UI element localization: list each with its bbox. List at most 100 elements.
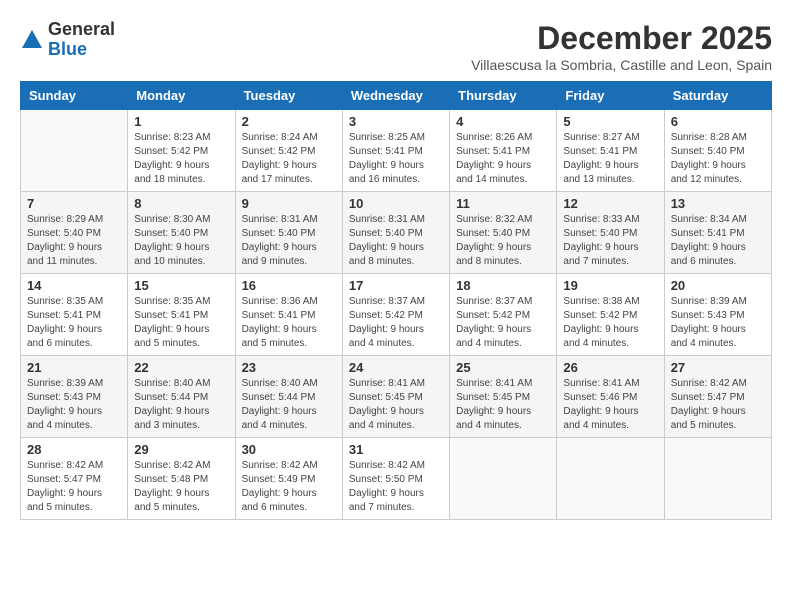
day-info: Sunrise: 8:41 AM Sunset: 5:45 PM Dayligh… [456,377,550,433]
week-row: 7Sunrise: 8:29 AM Sunset: 5:40 PM Daylig… [21,192,772,274]
month-title: December 2025 [471,20,772,57]
day-cell: 2Sunrise: 8:24 AM Sunset: 5:42 PM Daylig… [235,110,342,192]
day-number: 10 [349,196,443,211]
logo-blue-text: Blue [48,40,115,60]
day-info: Sunrise: 8:42 AM Sunset: 5:48 PM Dayligh… [134,459,228,515]
day-info: Sunrise: 8:30 AM Sunset: 5:40 PM Dayligh… [134,213,228,269]
day-number: 21 [27,360,121,375]
page-header: General Blue December 2025 Villaescusa l… [20,20,772,73]
header-cell-saturday: Saturday [664,82,771,110]
day-number: 20 [671,278,765,293]
day-cell: 1Sunrise: 8:23 AM Sunset: 5:42 PM Daylig… [128,110,235,192]
day-number: 29 [134,442,228,457]
header-cell-sunday: Sunday [21,82,128,110]
day-cell: 29 Sunrise: 8:42 AM Sunset: 5:48 PM Dayli… [128,438,235,520]
day-cell: 26Sunrise: 8:41 AM Sunset: 5:46 PM Dayli… [557,356,664,438]
day-info: Sunrise: 8:37 AM Sunset: 5:42 PM Dayligh… [349,295,443,351]
day-number: 27 [671,360,765,375]
day-number: 25 [456,360,550,375]
day-cell [450,438,557,520]
week-row: 14Sunrise: 8:35 AM Sunset: 5:41 PM Dayli… [21,274,772,356]
day-number: 5 [563,114,657,129]
header-cell-friday: Friday [557,82,664,110]
day-number: 3 [349,114,443,129]
day-info: Sunrise: 8:29 AM Sunset: 5:40 PM Dayligh… [27,213,121,269]
header-row: SundayMondayTuesdayWednesdayThursdayFrid… [21,82,772,110]
week-row: 1Sunrise: 8:23 AM Sunset: 5:42 PM Daylig… [21,110,772,192]
day-number: 2 [242,114,336,129]
day-number: 28 [27,442,121,457]
day-cell: 21 Sunrise: 8:39 AM Sunset: 5:43 PM Dayli… [21,356,128,438]
day-cell: 23 Sunrise: 8:40 AM Sunset: 5:44 PM Dayli… [235,356,342,438]
header-cell-wednesday: Wednesday [342,82,449,110]
day-cell: 28 Sunrise: 8:42 AM Sunset: 5:47 PM Dayli… [21,438,128,520]
day-number: 19 [563,278,657,293]
day-number: 16 [242,278,336,293]
day-info: Sunrise: 8:36 AM Sunset: 5:41 PM Dayligh… [242,295,336,351]
day-number: 6 [671,114,765,129]
day-info: Sunrise: 8:35 AM Sunset: 5:41 PM Dayligh… [134,295,228,351]
day-info: Sunrise: 8:42 AM Sunset: 5:49 PM Dayligh… [242,459,336,515]
day-number: 17 [349,278,443,293]
calendar-header: SundayMondayTuesdayWednesdayThursdayFrid… [21,82,772,110]
day-number: 24 [349,360,443,375]
day-number: 8 [134,196,228,211]
title-block: December 2025 Villaescusa la Sombria, Ca… [471,20,772,73]
day-cell: 12Sunrise: 8:33 AM Sunset: 5:40 PM Dayli… [557,192,664,274]
day-cell [557,438,664,520]
header-cell-thursday: Thursday [450,82,557,110]
day-info: Sunrise: 8:40 AM Sunset: 5:44 PM Dayligh… [242,377,336,433]
week-row: 21 Sunrise: 8:39 AM Sunset: 5:43 PM Dayli… [21,356,772,438]
day-info: Sunrise: 8:31 AM Sunset: 5:40 PM Dayligh… [349,213,443,269]
day-info: Sunrise: 8:35 AM Sunset: 5:41 PM Dayligh… [27,295,121,351]
header-cell-monday: Monday [128,82,235,110]
calendar-table: SundayMondayTuesdayWednesdayThursdayFrid… [20,81,772,520]
day-number: 22 [134,360,228,375]
day-cell [664,438,771,520]
day-cell: 22 Sunrise: 8:40 AM Sunset: 5:44 PM Dayli… [128,356,235,438]
calendar-body: 1Sunrise: 8:23 AM Sunset: 5:42 PM Daylig… [21,110,772,520]
header-cell-tuesday: Tuesday [235,82,342,110]
day-number: 15 [134,278,228,293]
day-cell: 14Sunrise: 8:35 AM Sunset: 5:41 PM Dayli… [21,274,128,356]
day-cell: 7Sunrise: 8:29 AM Sunset: 5:40 PM Daylig… [21,192,128,274]
logo-text: General Blue [48,20,115,60]
day-cell: 4Sunrise: 8:26 AM Sunset: 5:41 PM Daylig… [450,110,557,192]
day-cell: 16 Sunrise: 8:36 AM Sunset: 5:41 PM Dayli… [235,274,342,356]
day-info: Sunrise: 8:42 AM Sunset: 5:47 PM Dayligh… [27,459,121,515]
day-info: Sunrise: 8:27 AM Sunset: 5:41 PM Dayligh… [563,131,657,187]
day-number: 26 [563,360,657,375]
logo-general-text: General [48,20,115,40]
day-info: Sunrise: 8:38 AM Sunset: 5:42 PM Dayligh… [563,295,657,351]
day-number: 11 [456,196,550,211]
day-cell: 9Sunrise: 8:31 AM Sunset: 5:40 PM Daylig… [235,192,342,274]
day-cell: 20 Sunrise: 8:39 AM Sunset: 5:43 PM Dayli… [664,274,771,356]
day-cell: 30 Sunrise: 8:42 AM Sunset: 5:49 PM Dayli… [235,438,342,520]
day-info: Sunrise: 8:26 AM Sunset: 5:41 PM Dayligh… [456,131,550,187]
day-cell: 13 Sunrise: 8:34 AM Sunset: 5:41 PM Dayli… [664,192,771,274]
day-cell: 15 Sunrise: 8:35 AM Sunset: 5:41 PM Dayli… [128,274,235,356]
day-cell [21,110,128,192]
day-number: 1 [134,114,228,129]
day-cell: 17 Sunrise: 8:37 AM Sunset: 5:42 PM Dayli… [342,274,449,356]
day-info: Sunrise: 8:41 AM Sunset: 5:45 PM Dayligh… [349,377,443,433]
day-info: Sunrise: 8:25 AM Sunset: 5:41 PM Dayligh… [349,131,443,187]
day-cell: 8 Sunrise: 8:30 AM Sunset: 5:40 PM Daylig… [128,192,235,274]
day-number: 18 [456,278,550,293]
day-cell: 19 Sunrise: 8:38 AM Sunset: 5:42 PM Dayli… [557,274,664,356]
day-number: 13 [671,196,765,211]
day-cell: 5 Sunrise: 8:27 AM Sunset: 5:41 PM Daylig… [557,110,664,192]
day-info: Sunrise: 8:28 AM Sunset: 5:40 PM Dayligh… [671,131,765,187]
day-info: Sunrise: 8:39 AM Sunset: 5:43 PM Dayligh… [27,377,121,433]
day-cell: 18Sunrise: 8:37 AM Sunset: 5:42 PM Dayli… [450,274,557,356]
day-info: Sunrise: 8:39 AM Sunset: 5:43 PM Dayligh… [671,295,765,351]
logo: General Blue [20,20,115,60]
day-cell: 11 Sunrise: 8:32 AM Sunset: 5:40 PM Dayli… [450,192,557,274]
day-number: 23 [242,360,336,375]
day-cell: 3 Sunrise: 8:25 AM Sunset: 5:41 PM Daylig… [342,110,449,192]
day-info: Sunrise: 8:40 AM Sunset: 5:44 PM Dayligh… [134,377,228,433]
day-info: Sunrise: 8:34 AM Sunset: 5:41 PM Dayligh… [671,213,765,269]
day-info: Sunrise: 8:32 AM Sunset: 5:40 PM Dayligh… [456,213,550,269]
day-number: 30 [242,442,336,457]
logo-icon [20,28,44,52]
